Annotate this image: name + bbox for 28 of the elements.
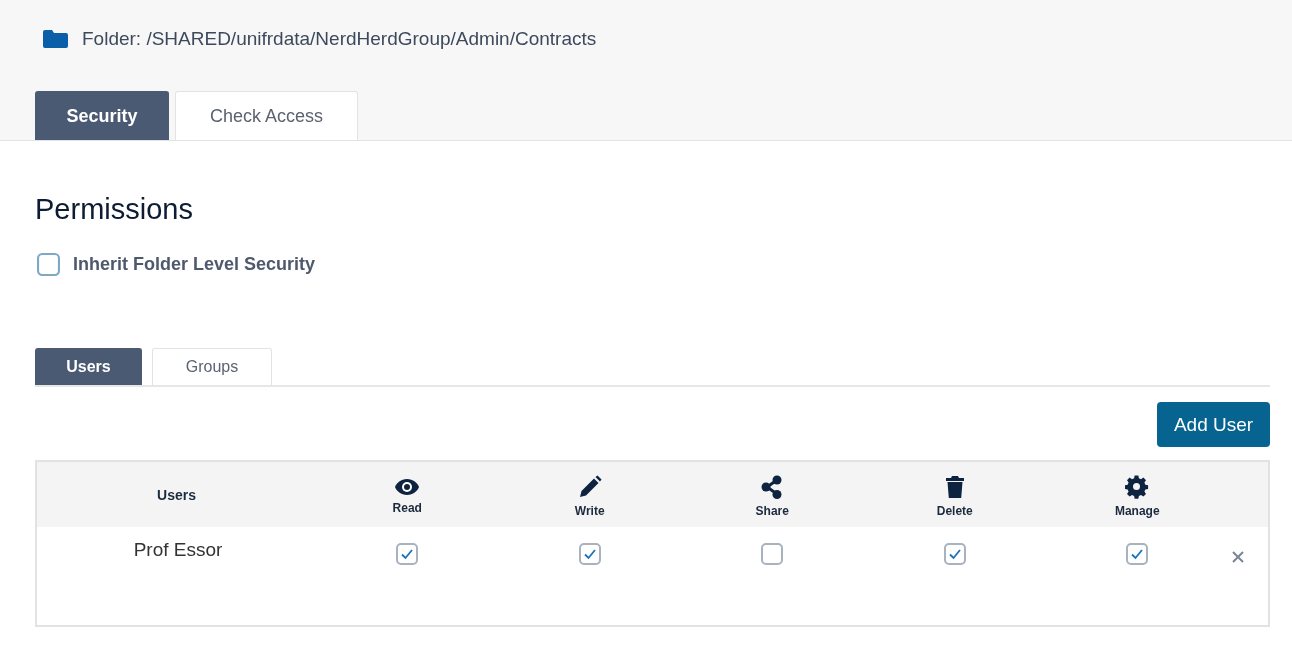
gear-icon — [1125, 475, 1150, 499]
permission-checkbox[interactable] — [761, 543, 784, 565]
column-header: Delete — [936, 504, 973, 518]
column-header: Write — [574, 504, 605, 518]
folder-path: Folder: /SHARED/unifrdata/NerdHerdGroup/Admin/Contracts — [82, 28, 597, 50]
tab[interactable]: Users — [35, 348, 142, 385]
permission-checkbox[interactable] — [943, 543, 966, 565]
eye-icon — [394, 478, 421, 496]
column-header: Users — [156, 486, 197, 503]
checkbox-label: Inherit Folder Level Security — [73, 254, 316, 275]
tab[interactable]: Security — [35, 91, 169, 140]
pencil-icon — [577, 475, 602, 499]
column-header: Read — [392, 501, 422, 515]
column-header: Share — [755, 504, 789, 518]
permission-checkbox[interactable] — [578, 543, 601, 565]
user-name: Prof Essor — [132, 539, 224, 562]
column-header: Manage — [1114, 504, 1160, 518]
trash-icon — [944, 475, 965, 499]
close-icon[interactable] — [1231, 551, 1244, 563]
permission-checkbox[interactable] — [396, 543, 419, 565]
add-user-button[interactable]: Add User — [1157, 402, 1270, 447]
tab[interactable]: Groups — [152, 348, 272, 385]
permission-checkbox[interactable] — [1126, 543, 1149, 565]
tab[interactable]: Check Access — [175, 91, 358, 140]
section-heading: Permissions — [35, 193, 194, 227]
share-icon — [761, 475, 784, 499]
checkbox[interactable] — [37, 253, 60, 276]
folder-icon — [43, 30, 68, 48]
